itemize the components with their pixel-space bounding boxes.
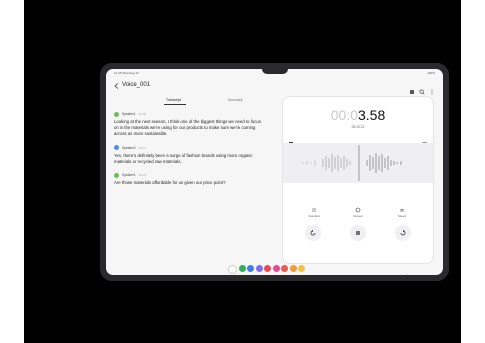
dock-app-icon[interactable] <box>247 265 254 272</box>
pause-button[interactable] <box>350 225 366 241</box>
playback-panel: 00:03.58 05.05.22 Standard Repeat Speed <box>282 96 434 264</box>
dock-app-icon[interactable] <box>289 265 297 272</box>
forward-icon <box>400 229 406 236</box>
status-time: 12:45 Wed Aug 10 <box>114 71 139 75</box>
dock-app-icon[interactable] <box>264 265 271 272</box>
dock-app-icon[interactable] <box>298 265 305 272</box>
transcript-entry[interactable]: Speaker2 00:14 Yes, there's definitely b… <box>114 145 264 165</box>
dock-app-icon[interactable] <box>281 265 288 272</box>
status-bar: 12:45 Wed Aug 10 100% <box>106 69 443 77</box>
speaker-row: Speaker2 00:14 <box>114 145 264 151</box>
speaker-name: Speaker1 <box>122 112 136 116</box>
dock-app-icon[interactable] <box>228 265 237 274</box>
pause-icon <box>356 231 360 235</box>
transcript-list: Speaker1 00:00 Looking at the next seaso… <box>114 111 264 193</box>
transcript-text: Yes, there's definitely been a surge of … <box>114 152 253 164</box>
playback-buttons <box>283 225 433 243</box>
taskbar-dock <box>228 265 305 274</box>
speaker-row: Speaker1 00:22 <box>114 172 264 178</box>
crop-icon[interactable] <box>422 134 427 147</box>
rewind-icon <box>310 229 316 236</box>
active-tab-indicator <box>164 104 186 105</box>
transcript-text: Looking at the next season, I think one … <box>114 119 261 137</box>
waveform[interactable] <box>283 143 433 183</box>
more-vertical-icon[interactable] <box>429 82 435 95</box>
speed-icon <box>400 209 404 212</box>
tablet-device: 12:45 Wed Aug 10 100% Voice_001 Transcri… <box>100 63 449 281</box>
speaker-name: Speaker2 <box>122 145 136 150</box>
status-battery: 100% <box>427 71 435 75</box>
voice-recorder-app: 12:45 Wed Aug 10 100% Voice_001 Transcri… <box>106 69 443 275</box>
back-arrow-icon[interactable] <box>114 83 119 89</box>
back-icon[interactable] <box>420 266 425 275</box>
tab-summary[interactable]: Summary <box>228 98 243 102</box>
pause-icon <box>312 208 316 212</box>
speaker-timestamp: 00:00 <box>138 112 147 116</box>
forward-button[interactable] <box>395 225 411 241</box>
dock-app-icon[interactable] <box>255 265 263 272</box>
transcript-entry[interactable]: Speaker1 00:00 Looking at the next seaso… <box>114 111 264 138</box>
app-bar: Voice_001 <box>106 79 443 95</box>
transcript-text: Are those materials affordable for us gi… <box>114 180 226 186</box>
recent-apps-icon[interactable] <box>390 266 395 271</box>
bookmark-icon[interactable] <box>289 134 293 147</box>
dock-app-icon[interactable] <box>238 265 246 272</box>
speaker-avatar <box>114 145 119 151</box>
speaker-row: Speaker1 00:00 <box>114 111 264 117</box>
playback-options: Standard Repeat Speed <box>283 207 433 221</box>
transcript-entry[interactable]: Speaker1 00:22 Are those materials affor… <box>114 172 264 186</box>
speed-label: Speed <box>397 214 407 218</box>
speaker-name: Speaker1 <box>122 173 136 178</box>
repeat-button[interactable]: Repeat <box>341 207 375 218</box>
rewind-button[interactable] <box>305 225 321 241</box>
search-icon[interactable] <box>419 82 425 95</box>
bookmark-add-icon[interactable] <box>409 82 415 94</box>
playback-timer: 00:03.58 <box>283 107 433 125</box>
speed-button[interactable]: Speed <box>385 207 419 218</box>
speaker-timestamp: 00:14 <box>138 145 147 150</box>
view-tabs: Transcript Summary <box>150 97 268 107</box>
standard-label: Standard <box>308 214 320 218</box>
app-bar-actions <box>409 82 435 95</box>
timer-elapsed-faded: 00:0 <box>330 107 358 123</box>
tab-transcript[interactable]: Transcript <box>166 98 181 102</box>
page-title: Voice_001 <box>122 82 151 88</box>
navigation-bar <box>390 266 425 275</box>
standard-mode-button[interactable]: Standard <box>297 207 331 218</box>
speaker-avatar <box>114 172 119 178</box>
repeat-icon <box>355 207 361 213</box>
background: 12:45 Wed Aug 10 100% Voice_001 Transcri… <box>24 0 461 343</box>
dock-app-icon[interactable] <box>272 265 280 272</box>
home-icon[interactable] <box>405 266 410 275</box>
speaker-timestamp: 00:22 <box>138 173 147 178</box>
recording-date: 05.05.22 <box>351 125 365 129</box>
repeat-label: Repeat <box>353 214 363 218</box>
timer-elapsed: 3.58 <box>358 107 386 123</box>
speaker-avatar <box>114 111 119 117</box>
